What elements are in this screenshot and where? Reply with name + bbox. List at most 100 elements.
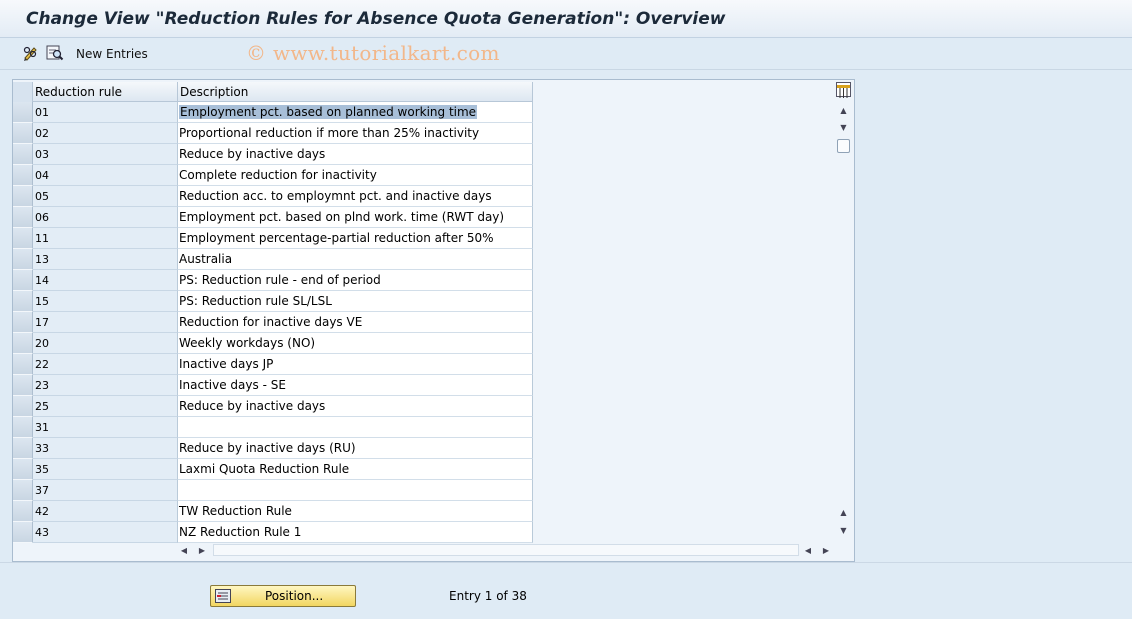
cell-description[interactable]: Reduce by inactive days (RU) — [178, 438, 533, 459]
row-selector[interactable] — [13, 501, 33, 522]
table-header: Reduction rule Description — [13, 82, 533, 102]
position-button-label: Position... — [265, 589, 324, 603]
row-selector[interactable] — [13, 417, 33, 438]
row-selector[interactable] — [13, 207, 33, 228]
entry-counter: Entry 1 of 38 — [449, 589, 527, 603]
cell-reduction-rule: 15 — [33, 291, 178, 312]
row-selector[interactable] — [13, 312, 33, 333]
table-row[interactable]: 17 Reduction for inactive days VE — [13, 312, 533, 333]
cell-description[interactable]: Complete reduction for inactivity — [178, 165, 533, 186]
row-selector[interactable] — [13, 165, 33, 186]
cell-reduction-rule: 37 — [33, 480, 178, 501]
cell-description[interactable] — [178, 417, 533, 438]
cell-description[interactable]: TW Reduction Rule — [178, 501, 533, 522]
cell-description[interactable]: Australia — [178, 249, 533, 270]
row-selector[interactable] — [13, 186, 33, 207]
scroll-right-end-icon[interactable]: ▶ — [819, 542, 833, 558]
scroll-down-icon[interactable]: ▼ — [835, 119, 852, 135]
table-row[interactable]: 06 Employment pct. based on plnd work. ti… — [13, 207, 533, 228]
table-control: Reduction rule Description 01 Employment … — [12, 79, 855, 562]
cell-description[interactable]: Proportional reduction if more than 25% … — [178, 123, 533, 144]
table-row[interactable]: 03 Reduce by inactive days — [13, 144, 533, 165]
cell-description[interactable]: Inactive days JP — [178, 354, 533, 375]
table-row[interactable]: 15 PS: Reduction rule SL/LSL — [13, 291, 533, 312]
row-selector[interactable] — [13, 102, 33, 123]
cell-description[interactable]: Reduce by inactive days — [178, 144, 533, 165]
cell-reduction-rule: 33 — [33, 438, 178, 459]
scroll-left-icon[interactable]: ◀ — [177, 542, 191, 558]
cell-description[interactable]: Reduction for inactive days VE — [178, 312, 533, 333]
table-row[interactable]: 33 Reduce by inactive days (RU) — [13, 438, 533, 459]
cell-description[interactable]: PS: Reduction rule - end of period — [178, 270, 533, 291]
row-selector[interactable] — [13, 522, 33, 543]
table-row[interactable]: 31 — [13, 417, 533, 438]
row-selector[interactable] — [13, 270, 33, 291]
cell-reduction-rule: 42 — [33, 501, 178, 522]
cell-description[interactable]: Inactive days - SE — [178, 375, 533, 396]
table-row[interactable]: 13 Australia — [13, 249, 533, 270]
row-selector[interactable] — [13, 144, 33, 165]
position-button[interactable]: Position... — [210, 585, 356, 607]
row-selector[interactable] — [13, 480, 33, 501]
row-selector[interactable] — [13, 459, 33, 480]
table-row[interactable]: 05 Reduction acc. to employmnt pct. and i… — [13, 186, 533, 207]
row-selector[interactable] — [13, 396, 33, 417]
cell-reduction-rule: 06 — [33, 207, 178, 228]
table-row[interactable]: 43 NZ Reduction Rule 1 — [13, 522, 533, 543]
cell-description[interactable]: Employment percentage-partial reduction … — [178, 228, 533, 249]
scroll-up-icon[interactable]: ▲ — [835, 102, 852, 118]
cell-description[interactable]: Weekly workdays (NO) — [178, 333, 533, 354]
horizontal-scrollbar[interactable]: ◀ ▶ ◀ ▶ — [177, 542, 837, 558]
scroll-thumb[interactable] — [837, 139, 850, 153]
row-selector[interactable] — [13, 354, 33, 375]
selected-text: Employment pct. based on planned working… — [179, 105, 478, 119]
cell-description[interactable] — [178, 480, 533, 501]
vertical-scrollbar[interactable]: ▲ ▼ ▲ ▼ — [835, 102, 852, 542]
pencil-glasses-icon[interactable] — [22, 44, 40, 62]
row-selector[interactable] — [13, 123, 33, 144]
watermark: © www.tutorialkart.com — [246, 41, 500, 65]
cell-reduction-rule: 22 — [33, 354, 178, 375]
cell-description[interactable]: Reduction acc. to employmnt pct. and ina… — [178, 186, 533, 207]
cell-reduction-rule: 43 — [33, 522, 178, 543]
table-row[interactable]: 14 PS: Reduction rule - end of period — [13, 270, 533, 291]
table-row[interactable]: 35 Laxmi Quota Reduction Rule — [13, 459, 533, 480]
table-settings-icon[interactable] — [836, 82, 851, 98]
table-row[interactable]: 01 Employment pct. based on planned worki… — [13, 102, 533, 123]
new-entries-button[interactable]: New Entries — [76, 47, 148, 61]
row-selector[interactable] — [13, 375, 33, 396]
scroll-up-bottom-icon[interactable]: ▲ — [835, 504, 852, 520]
cell-description[interactable]: Reduce by inactive days — [178, 396, 533, 417]
select-all-cell[interactable] — [13, 82, 33, 102]
cell-description[interactable]: Employment pct. based on planned working… — [178, 102, 533, 123]
cell-description[interactable]: Laxmi Quota Reduction Rule — [178, 459, 533, 480]
column-header-description[interactable]: Description — [178, 82, 533, 102]
table-row[interactable]: 02 Proportional reduction if more than 25… — [13, 123, 533, 144]
scroll-right-icon[interactable]: ▶ — [195, 542, 209, 558]
cell-reduction-rule: 03 — [33, 144, 178, 165]
row-selector[interactable] — [13, 333, 33, 354]
row-selector[interactable] — [13, 291, 33, 312]
table-row[interactable]: 22 Inactive days JP — [13, 354, 533, 375]
horizontal-scroll-track[interactable] — [213, 544, 799, 556]
table-row[interactable]: 04 Complete reduction for inactivity — [13, 165, 533, 186]
cell-description[interactable]: NZ Reduction Rule 1 — [178, 522, 533, 543]
scroll-left-end-icon[interactable]: ◀ — [801, 542, 815, 558]
find-icon[interactable] — [46, 44, 64, 62]
table-row[interactable]: 37 — [13, 480, 533, 501]
scroll-down-bottom-icon[interactable]: ▼ — [835, 522, 852, 538]
table-row[interactable]: 23 Inactive days - SE — [13, 375, 533, 396]
divider — [0, 562, 1132, 563]
table-row[interactable]: 25 Reduce by inactive days — [13, 396, 533, 417]
row-selector[interactable] — [13, 228, 33, 249]
table-row[interactable]: 20 Weekly workdays (NO) — [13, 333, 533, 354]
row-selector[interactable] — [13, 249, 33, 270]
table-row[interactable]: 11 Employment percentage-partial reductio… — [13, 228, 533, 249]
cell-description[interactable]: Employment pct. based on plnd work. time… — [178, 207, 533, 228]
column-header-reduction-rule[interactable]: Reduction rule — [33, 82, 178, 102]
title-bar: Change View "Reduction Rules for Absence… — [0, 0, 1132, 38]
cell-description[interactable]: PS: Reduction rule SL/LSL — [178, 291, 533, 312]
cell-reduction-rule: 31 — [33, 417, 178, 438]
table-row[interactable]: 42 TW Reduction Rule — [13, 501, 533, 522]
row-selector[interactable] — [13, 438, 33, 459]
